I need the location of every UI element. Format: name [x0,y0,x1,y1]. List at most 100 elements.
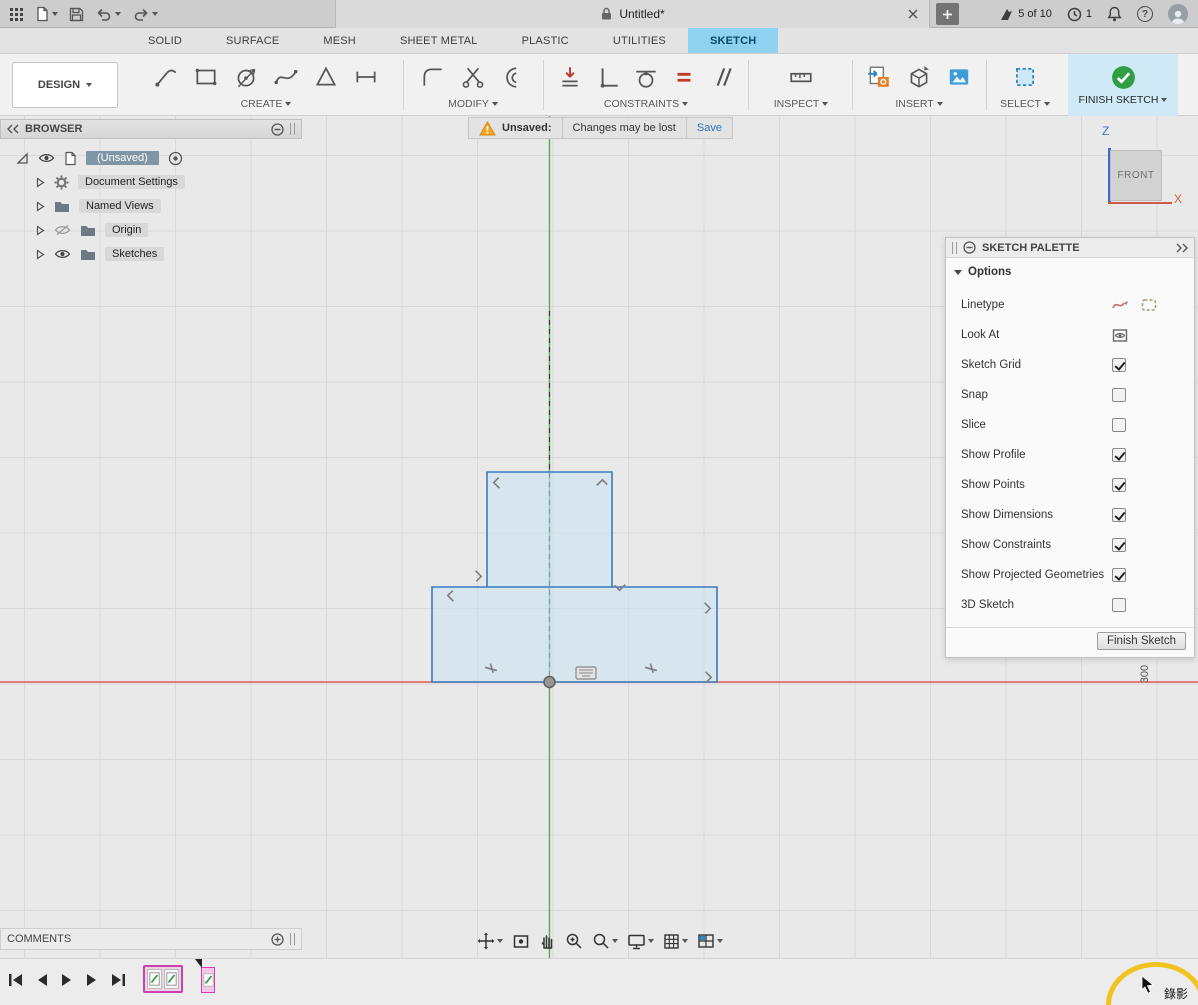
redo-button[interactable] [132,7,158,22]
pan-button[interactable] [539,932,556,950]
expander-icon[interactable] [36,201,45,212]
fit-button[interactable] [592,932,618,950]
look-at-button[interactable] [512,933,530,950]
show-projected-geometries-checkbox[interactable] [1112,568,1126,582]
new-tab-button[interactable] [936,3,959,25]
sketch-palette-header[interactable]: SKETCH PALETTE [946,238,1194,258]
modify-menu[interactable]: MODIFY [448,98,498,110]
create-menu[interactable]: CREATE [241,98,292,110]
expander-icon[interactable] [36,225,45,236]
app-grid-icon[interactable] [9,7,24,22]
show-profile-checkbox[interactable] [1112,448,1126,462]
insert-mesh-icon[interactable] [906,64,932,90]
vertical-horizontal-constraint-icon[interactable] [595,64,621,90]
circle-tool-icon[interactable] [233,64,259,90]
finish-sketch-palette-button[interactable]: Finish Sketch [1097,632,1186,650]
spline-tool-icon[interactable] [273,64,299,90]
bell-icon[interactable] [1107,6,1122,22]
visibility-eye-icon[interactable] [38,152,55,164]
expand-panel-icon[interactable] [1176,243,1188,253]
slice-checkbox[interactable] [1112,418,1126,432]
tab-plastic[interactable]: PLASTIC [500,28,591,53]
tree-item-label[interactable]: Named Views [79,199,161,213]
zoom-button[interactable] [565,932,583,950]
expander-icon[interactable] [36,177,45,188]
document-tab[interactable]: Untitled* [335,0,930,28]
offset-tool-icon[interactable] [500,64,526,90]
tree-row-root[interactable]: (Unsaved) [0,146,302,170]
design-workspace-button[interactable]: DESIGN [12,62,118,108]
polygon-tool-icon[interactable] [313,64,339,90]
visibility-off-icon[interactable] [54,224,71,236]
equal-constraint-icon[interactable] [671,64,697,90]
comments-bar[interactable]: COMMENTS [0,928,302,950]
file-menu-button[interactable] [35,6,58,22]
insert-menu[interactable]: INSERT [895,98,942,110]
centerline-linetype-icon[interactable] [1141,298,1157,312]
parallel-constraint-icon[interactable] [709,64,735,90]
tree-row-document-settings[interactable]: Document Settings [0,170,302,194]
tree-row-origin[interactable]: Origin [0,218,302,242]
insert-svg-icon[interactable] [866,64,892,90]
minimize-panel-icon[interactable] [963,241,976,254]
tree-item-unsaved[interactable]: (Unsaved) [86,151,159,165]
snap-checkbox[interactable] [1112,388,1126,402]
show-dimensions-checkbox[interactable] [1112,508,1126,522]
orbit-button[interactable] [477,932,503,950]
activate-radio-icon[interactable] [168,151,183,166]
viewcube-front-face[interactable]: FRONT [1110,150,1162,201]
viewcube[interactable]: Z FRONT X [1098,122,1190,210]
go-to-start-button[interactable] [8,973,23,987]
minimize-panel-icon[interactable] [271,123,284,136]
expand-comments-icon[interactable] [271,933,284,946]
tree-item-label[interactable]: Sketches [105,247,164,261]
collapse-panel-icon[interactable] [7,124,19,134]
constraints-menu[interactable]: CONSTRAINTS [604,98,688,110]
undo-button[interactable] [95,7,121,22]
tree-row-named-views[interactable]: Named Views [0,194,302,218]
visibility-eye-icon[interactable] [54,248,71,260]
look-at-icon[interactable] [1112,328,1128,343]
tangent-constraint-icon[interactable] [633,64,659,90]
inspect-menu[interactable]: INSPECT [774,98,829,110]
slot-tool-icon[interactable] [353,64,379,90]
tab-sheet-metal[interactable]: SHEET METAL [378,28,500,53]
job-status[interactable]: 5 of 10 [999,7,1052,22]
tab-mesh[interactable]: MESH [301,28,378,53]
trim-tool-icon[interactable] [460,64,486,90]
rectangle-tool-icon[interactable] [193,64,219,90]
panel-grip[interactable] [290,123,295,135]
fillet-tool-icon[interactable] [420,64,446,90]
tab-solid[interactable]: SOLID [126,28,204,53]
tab-utilities[interactable]: UTILITIES [591,28,688,53]
expander-icon[interactable] [36,249,45,260]
step-forward-button[interactable] [86,973,98,987]
close-tab-icon[interactable] [905,6,921,22]
tree-row-sketches[interactable]: Sketches [0,242,302,266]
help-icon[interactable]: ? [1137,6,1153,22]
tree-item-label[interactable]: Document Settings [78,175,185,189]
panel-grip[interactable] [290,933,295,945]
3d-sketch-checkbox[interactable] [1112,598,1126,612]
go-to-end-button[interactable] [111,973,126,987]
tab-sketch[interactable]: SKETCH [688,28,778,53]
canvas-tool-icon[interactable] [946,64,972,90]
notification-center[interactable]: 1 [1067,7,1092,22]
viewports-button[interactable] [697,933,723,949]
measure-tool-icon[interactable] [788,64,814,90]
grid-snaps-button[interactable] [663,933,688,950]
line-tool-icon[interactable] [153,64,179,90]
step-back-button[interactable] [36,973,48,987]
timeline-position-marker[interactable] [201,967,215,993]
collapse-all-icon[interactable] [16,152,29,165]
timeline-item-sketch[interactable] [147,969,162,989]
sketch-grid-checkbox[interactable] [1112,358,1126,372]
save-button[interactable] [69,7,84,22]
finish-sketch-button[interactable]: FINISH SKETCH [1068,54,1178,116]
tree-item-label[interactable]: Origin [105,223,148,237]
options-section-header[interactable]: Options [946,260,1194,284]
timeline-track[interactable] [143,965,215,993]
panel-grip[interactable] [952,242,957,254]
construction-linetype-icon[interactable] [1112,298,1129,312]
timeline-item-sketch[interactable] [164,969,179,989]
